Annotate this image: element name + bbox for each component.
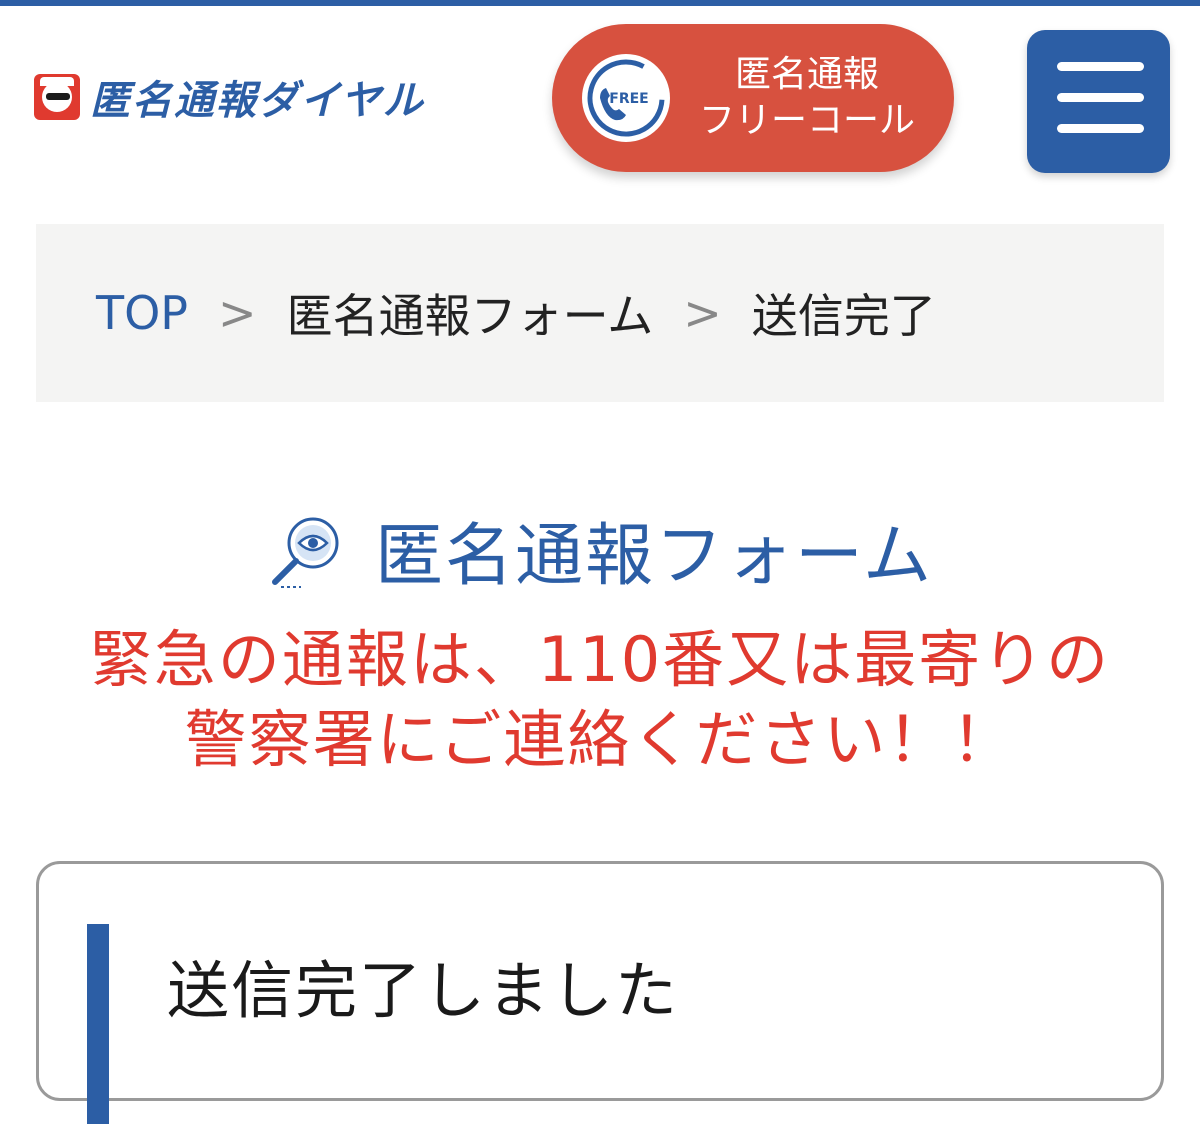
free-badge-text: FREE [609,91,648,107]
completion-card: 送信完了しました [36,861,1164,1124]
free-call-button[interactable]: FREE 匿名通報 フリーコール [552,24,954,172]
top-accent-bar [0,0,1200,6]
breadcrumb-top-link[interactable]: TOP [96,286,188,340]
breadcrumb: TOP > 匿名通報フォーム > 送信完了 [36,224,1164,402]
hamburger-menu-button[interactable] [1027,30,1170,173]
logo-text: 匿名通報ダイヤル [90,78,425,124]
notice-line-2: 警察署にご連絡ください！！ [184,703,1016,776]
emergency-notice: 緊急の通報は、110番又は最寄りの 警察署にご連絡ください！！ [0,620,1200,780]
card-accent-bar [87,924,109,1124]
free-call-line1: 匿名通報 [734,54,879,95]
free-call-label: 匿名通報 フリーコール [692,52,922,144]
breadcrumb-form: 匿名通報フォーム [286,289,654,343]
site-logo[interactable]: 匿名通報ダイヤル [34,72,425,124]
notice-line-1: 緊急の通報は、110番又は最寄りの [89,623,1111,696]
breadcrumb-separator: > [683,286,722,340]
magnifier-eye-icon [272,517,339,588]
logo-mark-icon [34,74,80,120]
phone-icon: FREE [582,54,670,142]
completion-title: 送信完了しました [167,954,680,1027]
breadcrumb-separator: > [218,286,257,340]
page-title: 匿名通報フォーム [375,517,933,596]
free-call-line2: フリーコール [698,100,915,141]
breadcrumb-current: 送信完了 [751,289,936,343]
page-heading: 匿名通報フォーム [0,500,1200,599]
